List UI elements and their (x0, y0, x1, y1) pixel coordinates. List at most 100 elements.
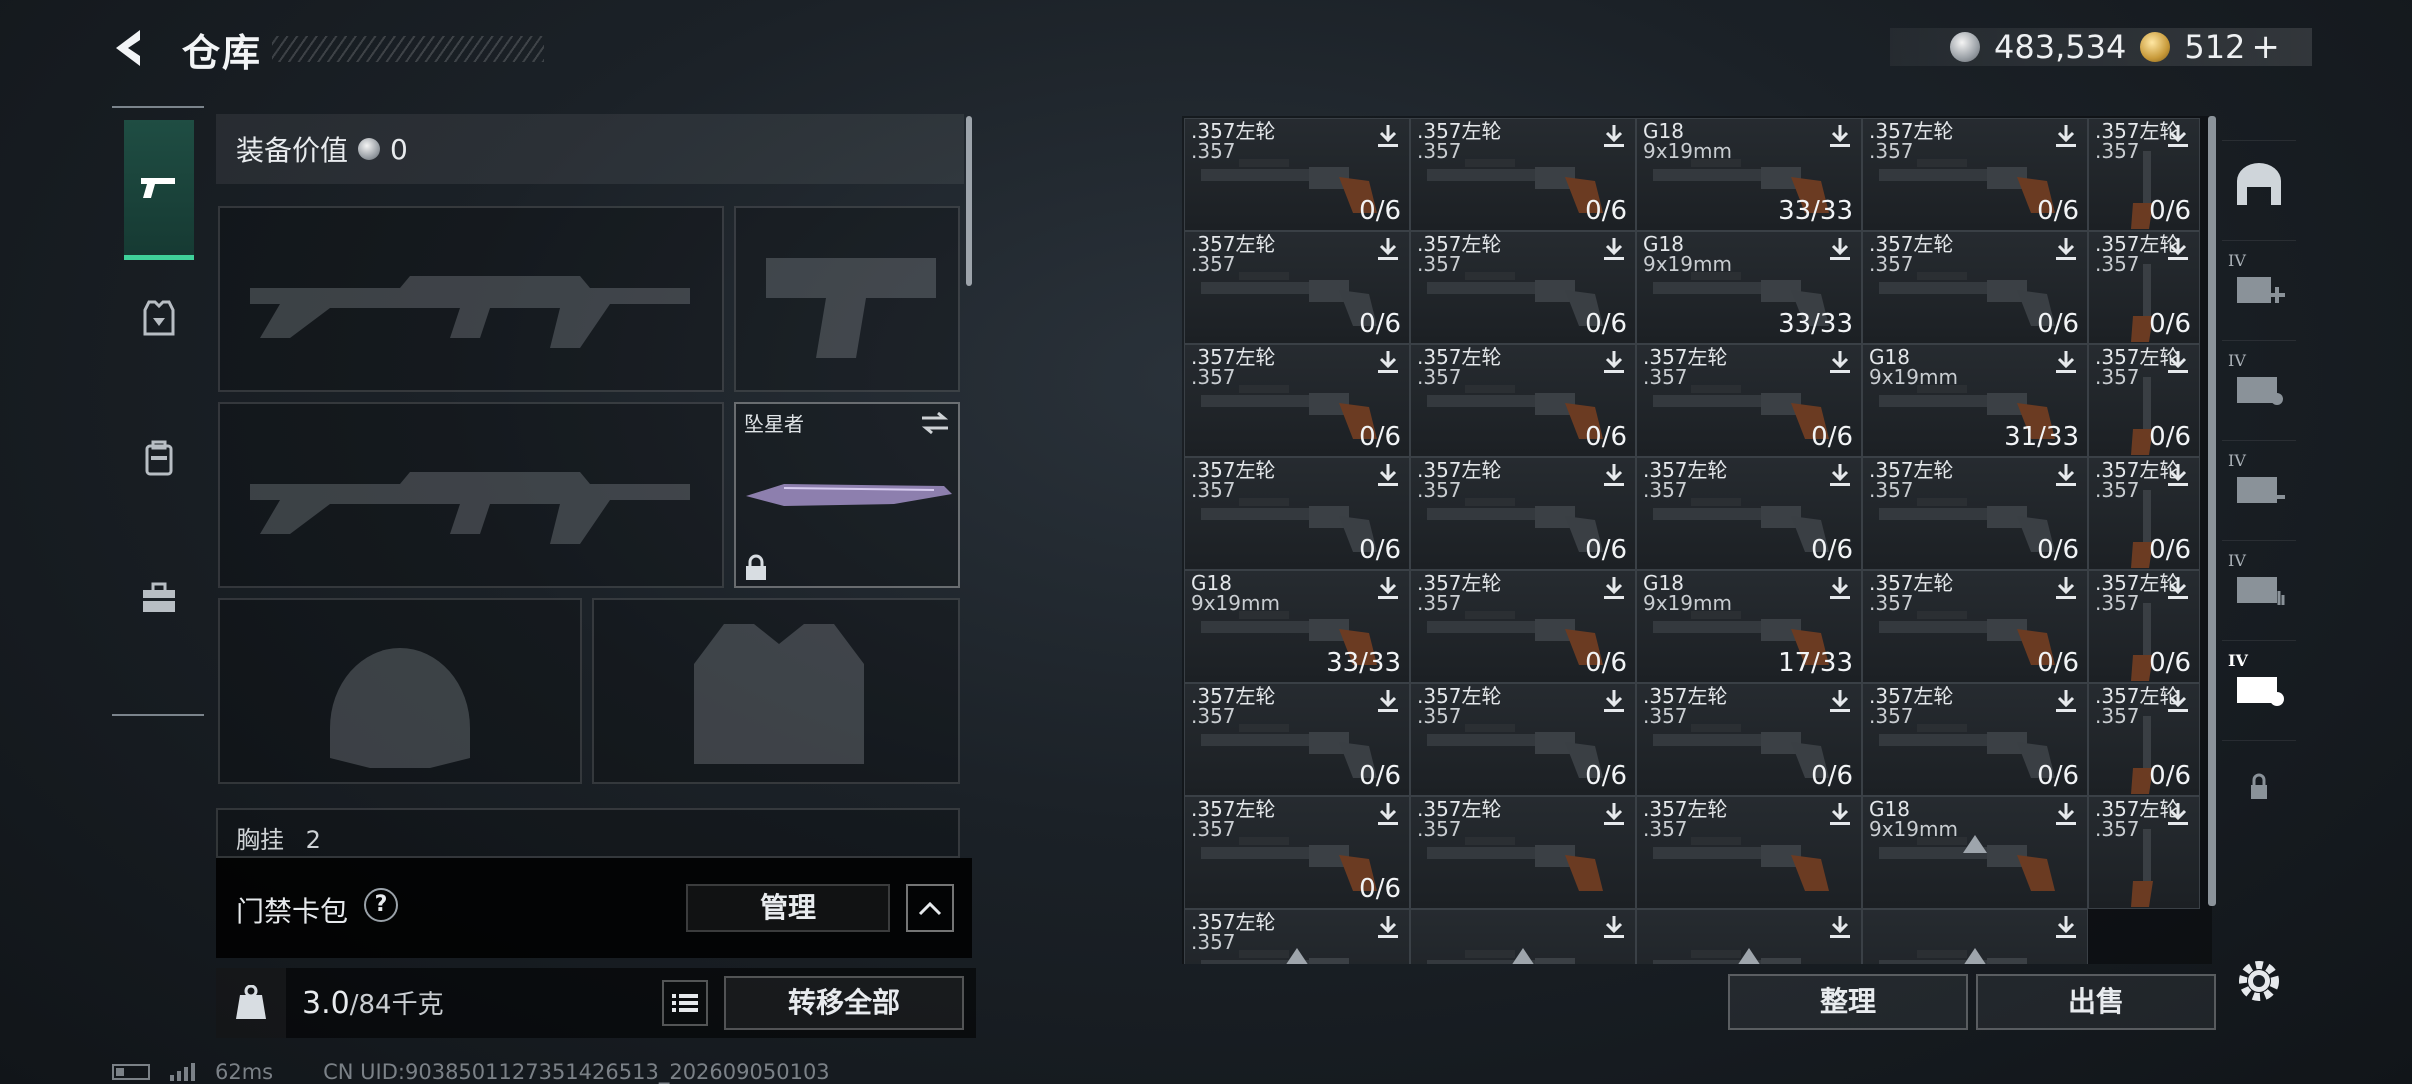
tab-weapons[interactable] (124, 120, 194, 260)
storage-item[interactable]: G18 9x19mm (1862, 796, 2088, 909)
storage-item[interactable]: .357左轮 .357 (2088, 796, 2200, 909)
storage-item[interactable]: .357左轮 .357 (1636, 796, 1862, 909)
tab-toolbox[interactable] (124, 538, 194, 658)
add-currency-button[interactable]: + (2251, 27, 2280, 67)
download-icon[interactable] (2053, 123, 2079, 149)
storage-item[interactable]: .357左轮 .357 0/6 (1410, 118, 1636, 231)
storage-item[interactable]: .357左轮 .357 (1184, 909, 1410, 964)
storage-item[interactable] (1410, 909, 1636, 964)
storage-item[interactable]: .357左轮 .357 0/6 (2088, 231, 2200, 344)
download-icon[interactable] (1601, 914, 1627, 940)
download-icon[interactable] (1375, 236, 1401, 262)
storage-item[interactable]: .357左轮 .357 0/6 (1410, 457, 1636, 570)
rail-item-locked[interactable] (2222, 740, 2296, 830)
storage-item[interactable]: .357左轮 .357 0/6 (2088, 457, 2200, 570)
chest-rig-slot[interactable]: 胸挂 2 (216, 808, 960, 858)
rail-item-4[interactable]: IV (2222, 540, 2296, 630)
storage-item[interactable]: .357左轮 .357 0/6 (1862, 683, 2088, 796)
download-icon[interactable] (1827, 462, 1853, 488)
rail-item-2[interactable]: IV (2222, 340, 2296, 430)
swap-icon[interactable] (920, 410, 950, 436)
download-icon[interactable] (1601, 123, 1627, 149)
storage-item[interactable]: .357左轮 .357 0/6 (1184, 796, 1410, 909)
download-icon[interactable] (1375, 349, 1401, 375)
download-icon[interactable] (2165, 123, 2191, 149)
storage-item[interactable]: .357左轮 .357 0/6 (1184, 231, 1410, 344)
storage-item[interactable]: G18 9x19mm 33/33 (1636, 231, 1862, 344)
download-icon[interactable] (1827, 688, 1853, 714)
download-icon[interactable] (1601, 801, 1627, 827)
back-button[interactable] (110, 26, 154, 70)
manage-button[interactable]: 管理 (686, 884, 890, 932)
storage-item[interactable]: G18 9x19mm 33/33 (1636, 118, 1862, 231)
download-icon[interactable] (2053, 914, 2079, 940)
download-icon[interactable] (1827, 349, 1853, 375)
list-view-button[interactable] (662, 980, 708, 1026)
helmet-slot[interactable] (218, 598, 582, 784)
secondary-weapon-slot[interactable] (218, 402, 724, 588)
storage-item[interactable] (1862, 909, 2088, 964)
rail-item-5-active[interactable]: IV (2222, 640, 2296, 730)
sell-button[interactable]: 出售 (1976, 974, 2216, 1030)
storage-item[interactable]: .357左轮 .357 0/6 (2088, 683, 2200, 796)
download-icon[interactable] (1601, 462, 1627, 488)
primary-weapon-slot[interactable] (218, 206, 724, 392)
storage-item[interactable]: .357左轮 .357 (1410, 796, 1636, 909)
help-button[interactable]: ? (364, 888, 398, 922)
download-icon[interactable] (1601, 575, 1627, 601)
download-icon[interactable] (1827, 236, 1853, 262)
download-icon[interactable] (2053, 688, 2079, 714)
download-icon[interactable] (1375, 462, 1401, 488)
rail-item-all[interactable] (2222, 140, 2296, 230)
settings-gear-icon[interactable] (2232, 954, 2286, 1008)
storage-item[interactable]: .357左轮 .357 0/6 (1184, 118, 1410, 231)
download-icon[interactable] (1375, 801, 1401, 827)
storage-item[interactable]: .357左轮 .357 0/6 (1862, 118, 2088, 231)
storage-item[interactable]: .357左轮 .357 0/6 (1410, 231, 1636, 344)
storage-item[interactable]: .357左轮 .357 0/6 (1410, 344, 1636, 457)
download-icon[interactable] (1375, 123, 1401, 149)
download-icon[interactable] (1827, 123, 1853, 149)
storage-item[interactable]: .357左轮 .357 0/6 (1862, 570, 2088, 683)
loadout-scrollbar[interactable] (966, 116, 972, 286)
download-icon[interactable] (2053, 462, 2079, 488)
storage-item[interactable]: .357左轮 .357 0/6 (1184, 344, 1410, 457)
storage-item[interactable]: .357左轮 .357 0/6 (2088, 118, 2200, 231)
storage-item[interactable]: .357左轮 .357 0/6 (1636, 344, 1862, 457)
storage-item[interactable]: .357左轮 .357 0/6 (1184, 457, 1410, 570)
storage-item[interactable]: .357左轮 .357 0/6 (1184, 683, 1410, 796)
storage-item[interactable]: G18 9x19mm 17/33 (1636, 570, 1862, 683)
download-icon[interactable] (2053, 349, 2079, 375)
download-icon[interactable] (1375, 914, 1401, 940)
download-icon[interactable] (2165, 462, 2191, 488)
rail-item-3[interactable]: IV (2222, 440, 2296, 530)
sort-button[interactable]: 整理 (1728, 974, 1968, 1030)
tab-armor[interactable] (124, 258, 194, 378)
download-icon[interactable] (2165, 236, 2191, 262)
tab-backpack[interactable] (124, 398, 194, 518)
download-icon[interactable] (1827, 801, 1853, 827)
storage-item[interactable] (1636, 909, 1862, 964)
storage-item[interactable]: .357左轮 .357 0/6 (1410, 683, 1636, 796)
download-icon[interactable] (1827, 575, 1853, 601)
download-icon[interactable] (1601, 349, 1627, 375)
download-icon[interactable] (1375, 688, 1401, 714)
storage-item[interactable]: G18 9x19mm 33/33 (1184, 570, 1410, 683)
storage-item[interactable]: G18 9x19mm 31/33 (1862, 344, 2088, 457)
download-icon[interactable] (2053, 575, 2079, 601)
storage-item[interactable]: .357左轮 .357 0/6 (2088, 570, 2200, 683)
download-icon[interactable] (1601, 688, 1627, 714)
download-icon[interactable] (2053, 236, 2079, 262)
download-icon[interactable] (1375, 575, 1401, 601)
download-icon[interactable] (2165, 349, 2191, 375)
download-icon[interactable] (2165, 801, 2191, 827)
transfer-all-button[interactable]: 转移全部 (724, 976, 964, 1030)
storage-item[interactable]: .357左轮 .357 0/6 (1862, 231, 2088, 344)
storage-item[interactable]: .357左轮 .357 0/6 (1410, 570, 1636, 683)
download-icon[interactable] (2053, 801, 2079, 827)
collapse-button[interactable] (906, 884, 954, 932)
storage-item[interactable]: .357左轮 .357 0/6 (1636, 683, 1862, 796)
storage-item[interactable]: .357左轮 .357 0/6 (2088, 344, 2200, 457)
download-icon[interactable] (2165, 688, 2191, 714)
storage-item[interactable]: .357左轮 .357 0/6 (1636, 457, 1862, 570)
